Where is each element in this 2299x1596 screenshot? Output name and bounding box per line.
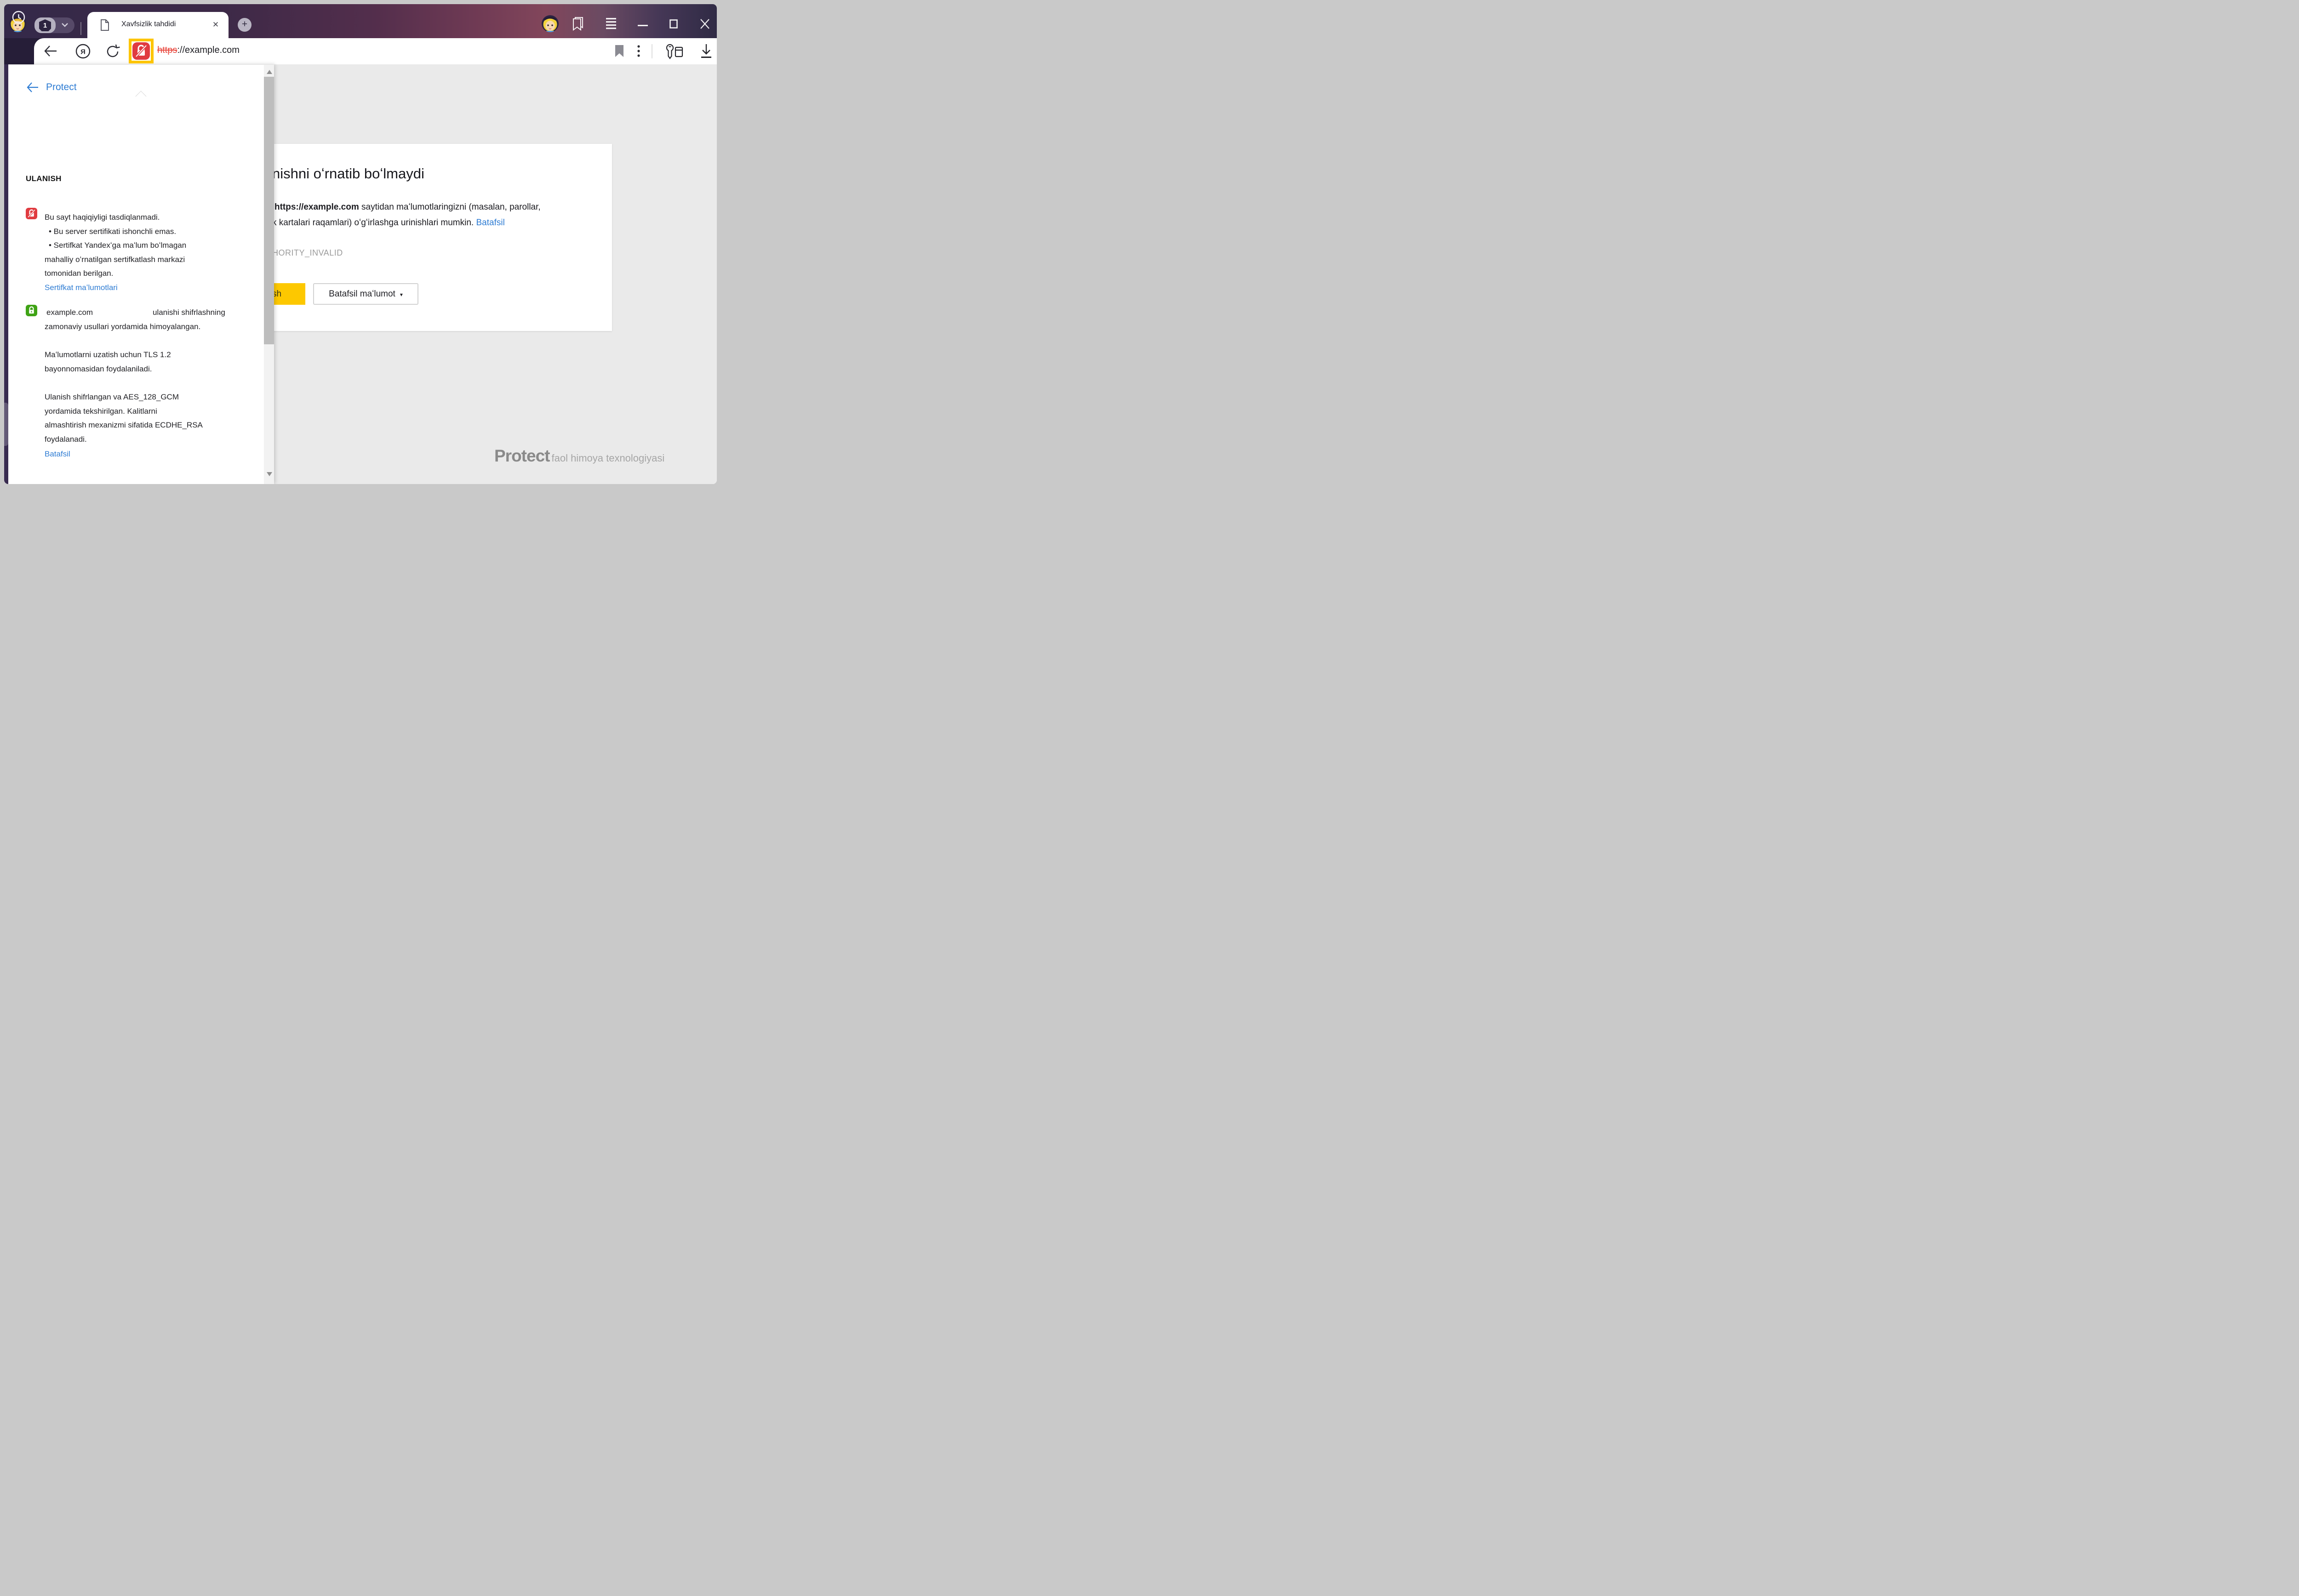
tab-close-icon[interactable]: ✕: [210, 19, 222, 31]
bookmark-icon[interactable]: [615, 45, 624, 57]
yandex-home-icon[interactable]: Я: [75, 44, 91, 59]
collections-icon[interactable]: [572, 16, 585, 31]
details-link[interactable]: Batafsil: [45, 450, 70, 459]
browser-window: 1 Xavfsizlik tahdidi ✕ +: [4, 4, 717, 484]
cipher-line3: almashtirish mexanizmi sifatida ECDHE_RS…: [45, 418, 203, 432]
encryption-line1: ulanishi shifrlashning: [153, 306, 225, 319]
profile-avatar-right[interactable]: [542, 15, 559, 32]
tab-counter[interactable]: 1: [34, 17, 74, 33]
tabstrip-divider: [80, 22, 81, 35]
error-body-line2: k kartalari raqamlari) oʻgʻirlashga urin…: [272, 218, 505, 228]
tab-count-badge: 1: [39, 19, 51, 31]
panel-back-button[interactable]: Protect: [26, 82, 77, 93]
caret-down-icon: ▾: [400, 291, 403, 298]
tls-line2: bayonnomasidan foydalaniladi.: [45, 362, 152, 376]
panel-scrollbar[interactable]: [264, 65, 274, 484]
annotation-highlight-box: [129, 39, 154, 63]
tab-title: Xavfsizlik tahdidi: [121, 20, 200, 28]
protect-panel: Protect ULANISH Bu sayt haqiqiyligi tasd…: [8, 64, 274, 484]
scrollbar-thumb[interactable]: [264, 77, 274, 344]
error-details-link[interactable]: Batafsil: [476, 218, 504, 228]
cipher-line4: foydalanadi.: [45, 433, 87, 446]
tab-counter-box: 1: [34, 17, 56, 33]
error-body-line1: https://example.com saytidan maʻlumotlar…: [275, 202, 541, 212]
error-body-url: https://example.com: [275, 202, 359, 212]
scroll-down-arrow[interactable]: [267, 472, 272, 476]
menu-icon[interactable]: [605, 17, 618, 30]
history-clock-icon[interactable]: [12, 11, 25, 24]
screenshot-frame: 1 Xavfsizlik tahdidi ✕ +: [0, 0, 721, 488]
url-display[interactable]: https://example.com: [157, 45, 240, 56]
warn-bullet2-line3: tomonidan berilgan.: [45, 267, 113, 280]
cipher-line2: yordamida tekshirilgan. Kalitlarni: [45, 405, 157, 418]
download-icon[interactable]: [700, 44, 713, 59]
minimize-button[interactable]: [638, 24, 649, 27]
kebab-menu-icon[interactable]: [637, 45, 641, 58]
close-window-button[interactable]: [699, 18, 710, 29]
protect-logo: Protect: [494, 446, 549, 466]
url-scheme-struck: https: [157, 45, 177, 55]
chevron-down-icon[interactable]: [60, 22, 71, 29]
encryption-ok-badge: [26, 305, 37, 316]
toolbar: Я https://example.com: [4, 38, 717, 64]
cert-warning-badge: [26, 208, 37, 219]
back-arrow-icon: [26, 82, 39, 93]
new-tab-button[interactable]: +: [238, 18, 252, 32]
back-icon[interactable]: [44, 45, 57, 57]
tls-line1: Maʻlumotlarni uzatish uchun TLS 1.2: [45, 348, 171, 362]
avatar-image: [542, 15, 559, 32]
title-bar: 1 Xavfsizlik tahdidi ✕ +: [4, 4, 717, 38]
maximize-button[interactable]: [669, 19, 679, 28]
warn-bullet2-line2: mahalliy oʻrnatilgan sertifkatlash marka…: [45, 253, 185, 267]
warn-line1: Bu sayt haqiqiyligi tasdiqlanmadi.: [45, 211, 160, 224]
url-host: ://example.com: [177, 45, 240, 55]
error-code: HORITY_INVALID: [272, 248, 343, 258]
cipher-line1: Ulanish shifrlangan va AES_128_GCM: [45, 390, 179, 404]
tab-security-threat[interactable]: Xavfsizlik tahdidi ✕: [87, 12, 229, 38]
section-connection-title: ULANISH: [26, 174, 62, 183]
passwords-key-icon[interactable]: [666, 44, 685, 59]
warn-bullet2-line1: • Sertifkat Yandexʻga maʻlum boʻlmagan: [49, 239, 186, 252]
more-info-button[interactable]: Batafsil maʻlumot▾: [313, 283, 418, 305]
lock-slash-icon: [26, 208, 37, 219]
lock-icon: [26, 305, 37, 316]
protect-tagline: faol himoya texnologiyasi: [551, 452, 664, 464]
svg-text:Я: Я: [80, 48, 86, 56]
page-file-icon: [100, 19, 109, 31]
encryption-domain: example.com: [46, 306, 93, 319]
error-heading: nishni oʻrnatib boʻlmaydi: [272, 165, 424, 182]
protect-watermark: Protect faol himoya texnologiyasi: [494, 446, 664, 466]
scroll-up-arrow[interactable]: [267, 70, 272, 74]
certificate-info-link[interactable]: Sertifkat maʻlumotlari: [45, 283, 118, 292]
reload-icon[interactable]: [106, 44, 120, 58]
panel-back-label: Protect: [46, 82, 77, 93]
warn-bullet1: • Bu server sertifikati ishonchli emas.: [49, 225, 176, 239]
encryption-line2: zamonaviy usullari yordamida himoyalanga…: [45, 320, 200, 334]
sidebar-handle[interactable]: [4, 403, 8, 446]
